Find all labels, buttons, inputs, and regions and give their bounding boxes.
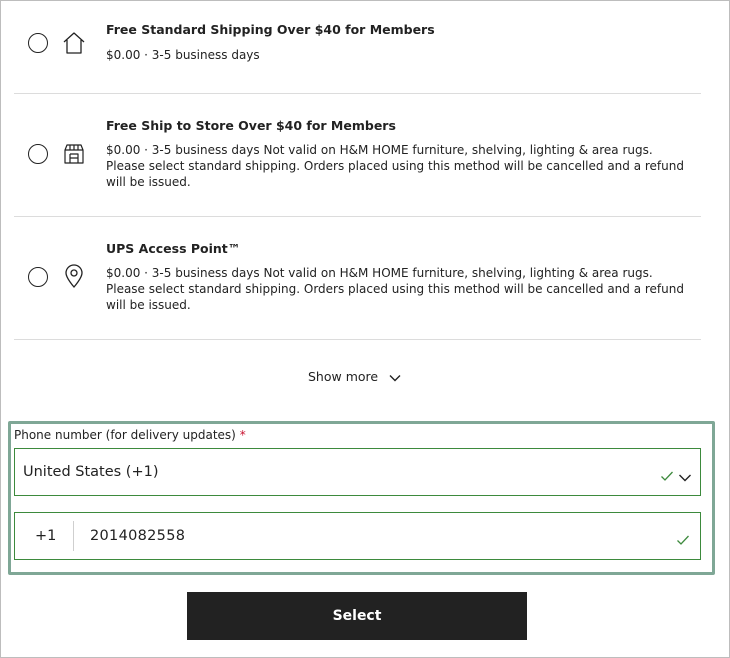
radio-button[interactable] xyxy=(28,33,48,53)
radio-button[interactable] xyxy=(28,267,48,287)
country-code-select[interactable]: United States (+1) xyxy=(14,448,701,496)
option-title: UPS Access Point™ xyxy=(106,241,241,256)
checkmark-icon xyxy=(660,467,674,481)
phone-number-label: Phone number (for delivery updates) * xyxy=(14,428,246,442)
shipping-option-ship-to-store[interactable]: Free Ship to Store Over $40 for Members … xyxy=(14,94,701,217)
option-description: $0.00 · 3-5 business days xyxy=(106,48,260,62)
country-select-value: United States (+1) xyxy=(23,464,159,480)
checkmark-icon xyxy=(676,531,690,545)
home-icon xyxy=(62,30,86,56)
store-icon xyxy=(62,141,86,167)
shipping-option-ups-access-point[interactable]: UPS Access Point™ $0.00 · 3-5 business d… xyxy=(14,217,701,340)
country-prefix: +1 xyxy=(35,528,57,544)
phone-number-input[interactable]: +1 2014082558 xyxy=(14,512,701,560)
show-more-label: Show more xyxy=(308,368,379,384)
prefix-divider xyxy=(73,521,74,551)
chevron-down-icon[interactable] xyxy=(678,468,692,482)
shipping-option-standard[interactable]: Free Standard Shipping Over $40 for Memb… xyxy=(14,0,701,94)
phone-label-text: Phone number (for delivery updates) xyxy=(14,428,236,442)
radio-button[interactable] xyxy=(28,144,48,164)
chevron-down-icon xyxy=(388,371,402,382)
option-title: Free Standard Shipping Over $40 for Memb… xyxy=(106,22,435,37)
required-marker: * xyxy=(239,428,246,442)
location-pin-icon xyxy=(62,263,86,289)
phone-number-value[interactable]: 2014082558 xyxy=(90,528,185,544)
show-more-button[interactable]: Show more xyxy=(308,366,402,386)
select-button[interactable]: Select xyxy=(187,592,527,640)
option-description: $0.00 · 3-5 business days Not valid on H… xyxy=(106,143,684,189)
option-description: $0.00 · 3-5 business days Not valid on H… xyxy=(106,266,684,312)
option-title: Free Ship to Store Over $40 for Members xyxy=(106,118,396,133)
